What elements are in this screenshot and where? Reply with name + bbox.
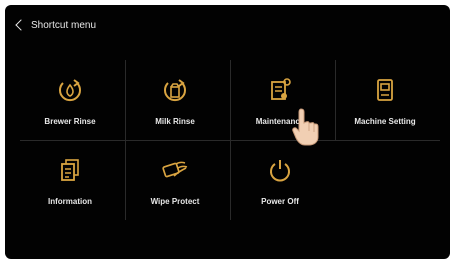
wipe-protect-icon	[160, 155, 190, 185]
tile-information[interactable]: Information	[20, 145, 120, 215]
chevron-left-icon[interactable]	[15, 19, 27, 31]
machine-setting-icon	[370, 75, 400, 105]
information-icon	[55, 155, 85, 185]
page-title: Shortcut menu	[31, 19, 97, 31]
brewer-rinse-icon	[55, 75, 85, 105]
grid-divider	[20, 140, 440, 141]
tile-wipe-protect[interactable]: Wipe Protect	[125, 145, 225, 215]
shortcut-menu-screen: Shortcut menu Brewer Rinse Milk Rinse Ma…	[5, 5, 450, 259]
header-back-button[interactable]: Shortcut menu	[15, 15, 96, 35]
tile-label: Milk Rinse	[155, 116, 195, 126]
tile-milk-rinse[interactable]: Milk Rinse	[125, 65, 225, 135]
milk-rinse-icon	[160, 75, 190, 105]
tile-label: Brewer Rinse	[44, 116, 96, 126]
pointing-hand-icon	[291, 107, 319, 147]
tile-label: Wipe Protect	[150, 196, 200, 206]
tile-machine-setting[interactable]: Machine Setting	[335, 65, 435, 135]
power-off-icon	[265, 155, 295, 185]
tile-label: Power Off	[261, 196, 299, 206]
tile-label: Information	[48, 196, 92, 206]
tile-power-off[interactable]: Power Off	[230, 145, 330, 215]
tile-label: Machine Setting	[354, 116, 416, 126]
maintenance-icon	[265, 75, 295, 105]
tile-brewer-rinse[interactable]: Brewer Rinse	[20, 65, 120, 135]
